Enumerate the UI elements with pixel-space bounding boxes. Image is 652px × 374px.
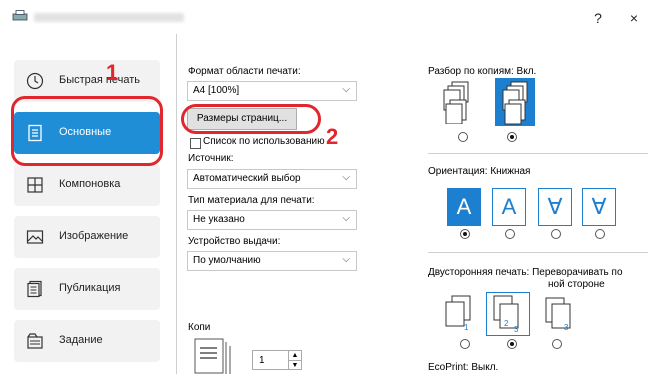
svg-text:2: 2: [504, 319, 509, 328]
chevron-down-icon: ⌵: [342, 254, 350, 265]
portrait-radio[interactable]: [460, 229, 470, 239]
job-icon: [27, 333, 43, 349]
portrait-rotated-radio[interactable]: [551, 229, 561, 239]
output-value: По умолчанию: [193, 255, 261, 266]
svg-text:3: 3: [514, 325, 519, 334]
sidebar-item-label: Компоновка: [59, 178, 121, 190]
source-select[interactable]: Автоматический выбор ⌵: [187, 169, 357, 189]
portrait-rotated-option[interactable]: ∀: [538, 188, 572, 226]
duplex-long-edge-radio[interactable]: [507, 339, 517, 349]
sidebar-item-image[interactable]: Изображение: [14, 216, 160, 258]
collate-label: Разбор по копиям: Вкл.: [428, 66, 537, 77]
sidebar-item-label: Изображение: [59, 230, 129, 242]
printer-app-icon: [12, 10, 28, 21]
simplex-radio[interactable]: [460, 339, 470, 349]
duplex-short-edge-icon[interactable]: 3: [536, 294, 576, 334]
spin-up-icon[interactable]: ▲: [288, 351, 301, 360]
window-title: [34, 13, 184, 22]
uncollated-icon[interactable]: [438, 80, 472, 124]
chevron-down-icon: ⌵: [342, 213, 350, 224]
publication-icon: [27, 280, 42, 298]
layout-icon: [27, 177, 43, 193]
duplex-label-cont: ной стороне: [548, 279, 605, 290]
duplex-long-edge-icon-selected[interactable]: 23: [486, 292, 530, 336]
source-label: Источник:: [188, 153, 234, 164]
media-type-label: Тип материала для печати:: [188, 195, 315, 206]
sidebar-item-label: Задание: [59, 334, 103, 346]
media-type-select[interactable]: Не указано ⌵: [187, 210, 357, 230]
clock-icon: [26, 72, 44, 90]
collated-radio[interactable]: [507, 132, 517, 142]
landscape-radio[interactable]: [505, 229, 515, 239]
sidebar-item-job[interactable]: Задание: [14, 320, 160, 362]
copies-value: 1: [259, 355, 265, 366]
svg-text:3: 3: [564, 323, 569, 332]
landscape-rotated-radio[interactable]: [595, 229, 605, 239]
sidebar-item-label: Быстрая печать: [59, 74, 140, 86]
duplex-short-edge-radio[interactable]: [552, 339, 562, 349]
copies-stack-icon: [194, 338, 231, 374]
landscape-rotated-option[interactable]: ∀: [582, 188, 616, 226]
close-button[interactable]: ×: [622, 7, 646, 29]
portrait-option[interactable]: A: [447, 188, 481, 226]
spin-down-icon[interactable]: ▼: [288, 360, 301, 370]
sidebar-divider: [176, 34, 177, 374]
output-select[interactable]: По умолчанию ⌵: [187, 251, 357, 271]
section-divider: [428, 153, 648, 154]
print-area-select[interactable]: A4 [100%] ⌵: [187, 81, 357, 101]
callout-circle-page-sizes: [181, 104, 321, 134]
section-divider: [428, 252, 648, 253]
callout-number-2: 2: [326, 124, 339, 149]
source-value: Автоматический выбор: [193, 173, 301, 184]
title-bar: ? ×: [0, 0, 652, 34]
orientation-label: Ориентация: Книжная: [428, 166, 531, 177]
copies-spinner[interactable]: 1 ▲ ▼: [252, 350, 302, 370]
list-in-use-label: Список по использованию: [203, 136, 325, 147]
landscape-option[interactable]: A: [492, 188, 526, 226]
callout-number-1: 1: [106, 60, 119, 85]
sidebar-item-label: Публикация: [59, 282, 121, 294]
image-icon: [26, 230, 44, 244]
callout-circle-basic: [11, 96, 163, 166]
copies-label: Копи: [188, 322, 211, 333]
ecoprint-label: EcoPrint: Выкл.: [428, 362, 499, 373]
sidebar-item-publication[interactable]: Публикация: [14, 268, 160, 310]
simplex-icon[interactable]: 1: [442, 294, 482, 334]
chevron-down-icon: ⌵: [342, 84, 350, 95]
chevron-down-icon: ⌵: [342, 172, 350, 183]
help-button[interactable]: ?: [586, 7, 610, 29]
print-area-label: Формат области печати:: [188, 66, 301, 77]
sidebar-item-layout[interactable]: Компоновка: [14, 164, 160, 206]
media-type-value: Не указано: [193, 214, 245, 225]
list-in-use-checkbox[interactable]: [190, 138, 201, 149]
collated-icon-selected[interactable]: [495, 78, 535, 126]
uncollated-radio[interactable]: [458, 132, 468, 142]
duplex-label: Двусторонняя печать: Переворачивать по: [428, 267, 623, 278]
sidebar: Быстрая печать Основные Компоновка Изобр…: [0, 34, 176, 374]
svg-text:1: 1: [464, 323, 469, 332]
print-area-value: A4 [100%]: [193, 85, 240, 96]
output-label: Устройство выдачи:: [188, 236, 281, 247]
